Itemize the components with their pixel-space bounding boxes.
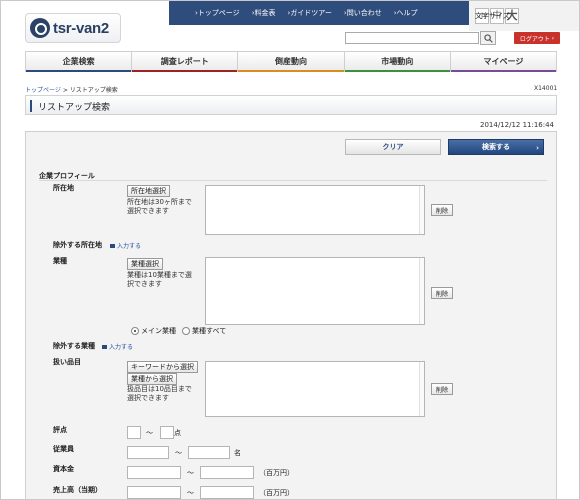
top-link-home[interactable]: ›トップページ: [195, 8, 240, 18]
sales-min-input[interactable]: [127, 486, 181, 499]
capital-tilde: 〜: [187, 469, 194, 477]
title-accent: [30, 100, 32, 112]
nav-my-page[interactable]: マイページ: [450, 52, 557, 72]
location-hint: 所在地は30ヶ所まで 選択できます: [127, 198, 192, 215]
breadcrumb-separator: >: [62, 87, 68, 94]
search-button[interactable]: 検索する ›: [448, 139, 544, 155]
font-size-switcher: 文字サイズ 小 中 大: [469, 1, 579, 31]
logout-button[interactable]: ログアウト ›: [514, 32, 560, 44]
app-frame: tsr-van2 ›トップページ ›料金表 ›ガイドツアー ›問い合わせ ›ヘル…: [0, 0, 580, 500]
header-search-input[interactable]: [345, 32, 479, 44]
capital-unit: （百万円）: [259, 469, 294, 477]
link-marker-icon: [102, 344, 107, 349]
sales-tilde: 〜: [187, 489, 194, 497]
main-nav: 企業検索 調査レポート 倒産動向 市場動向 マイページ: [25, 51, 557, 72]
nav-market-trends[interactable]: 市場動向: [344, 52, 451, 72]
rating-label: 評点: [53, 426, 67, 434]
chevron-right-icon: ›: [536, 144, 539, 152]
employees-min-input[interactable]: [127, 446, 169, 459]
top-link-help[interactable]: ›ヘルプ: [394, 8, 418, 18]
search-icon: [483, 33, 493, 43]
employees-label: 従業員: [53, 445, 74, 453]
capital-max-input[interactable]: [200, 466, 254, 479]
products-hint: 扱品目は10品目まで 選択できます: [127, 385, 192, 402]
exclude-industry-label: 除外する業種: [53, 342, 95, 350]
timestamp: 2014/12/12 11:16:44: [480, 121, 555, 129]
capital-label: 資本金: [53, 465, 74, 473]
radio-main-industry-label: メイン業種: [141, 327, 176, 335]
page-title-bar: リストアップ検索: [25, 95, 557, 115]
top-nav: ›トップページ ›料金表 ›ガイドツアー ›問い合わせ ›ヘルプ: [169, 1, 469, 25]
exclude-industry-link[interactable]: 入力する: [102, 342, 133, 351]
link-marker-icon: [110, 243, 115, 248]
sales-max-input[interactable]: [200, 486, 254, 499]
top-link-contact[interactable]: ›問い合わせ: [344, 8, 382, 18]
top-link-guide[interactable]: ›ガイドツアー: [288, 8, 332, 18]
select-by-keyword-button[interactable]: キーワードから選択: [127, 361, 198, 373]
nav-company-search[interactable]: 企業検索: [26, 52, 133, 72]
employees-max-input[interactable]: [188, 446, 230, 459]
sales-unit: （百万円）: [259, 489, 294, 497]
industry-list[interactable]: [205, 257, 425, 325]
top-link-pricing[interactable]: ›料金表: [252, 8, 276, 18]
logo-mark-icon: [30, 18, 50, 38]
employees-unit: 名: [234, 449, 241, 457]
rating-unit: 点: [174, 429, 181, 437]
location-list[interactable]: [205, 185, 425, 235]
nav-research-report[interactable]: 調査レポート: [132, 52, 239, 72]
capital-min-input[interactable]: [127, 466, 181, 479]
radio-all-industries-label: 業種すべて: [192, 327, 227, 335]
breadcrumb-current: リストアップ検索: [69, 87, 118, 94]
clear-button[interactable]: クリア: [345, 139, 441, 155]
employees-tilde: 〜: [175, 449, 182, 457]
industry-delete-button[interactable]: 削除: [431, 287, 453, 299]
select-industry-button[interactable]: 業種選択: [127, 258, 163, 270]
page-title: リストアップ検索: [38, 103, 111, 113]
select-by-industry-button[interactable]: 業種から選択: [127, 373, 177, 385]
rating-tilde: 〜: [146, 429, 153, 437]
rating-min-input[interactable]: [127, 426, 141, 439]
logo-text: tsr-van2: [53, 19, 109, 37]
industry-label: 業種: [53, 257, 67, 265]
select-location-button[interactable]: 所在地選択: [127, 185, 170, 197]
products-list[interactable]: [205, 361, 425, 417]
section-divider: [39, 180, 547, 181]
header-search-button[interactable]: [480, 31, 496, 45]
radio-main-industry[interactable]: [131, 327, 139, 335]
location-delete-button[interactable]: 削除: [431, 204, 453, 216]
radio-all-industries[interactable]: [182, 327, 190, 335]
screen-code: X14001: [534, 85, 558, 92]
products-delete-button[interactable]: 削除: [431, 383, 453, 395]
nav-bankruptcy-trends[interactable]: 倒産動向: [238, 52, 345, 72]
breadcrumb-home-link[interactable]: トップページ: [25, 87, 61, 94]
rating-max-input[interactable]: [160, 426, 174, 439]
industry-scope-radios: メイン業種 業種すべて: [131, 326, 226, 336]
font-size-label: 文字サイズ: [475, 12, 510, 20]
exclude-location-label: 除外する所在地: [53, 241, 102, 249]
exclude-location-link[interactable]: 入力する: [110, 241, 141, 250]
sales-label: 売上高（当期）: [53, 486, 102, 494]
industry-hint: 業種は10業種まで選 択できます: [127, 271, 192, 288]
products-label: 扱い品目: [53, 358, 81, 366]
breadcrumb: トップページ > リストアップ検索: [25, 85, 118, 94]
location-label: 所在地: [53, 184, 74, 192]
logo[interactable]: tsr-van2: [25, 13, 121, 43]
